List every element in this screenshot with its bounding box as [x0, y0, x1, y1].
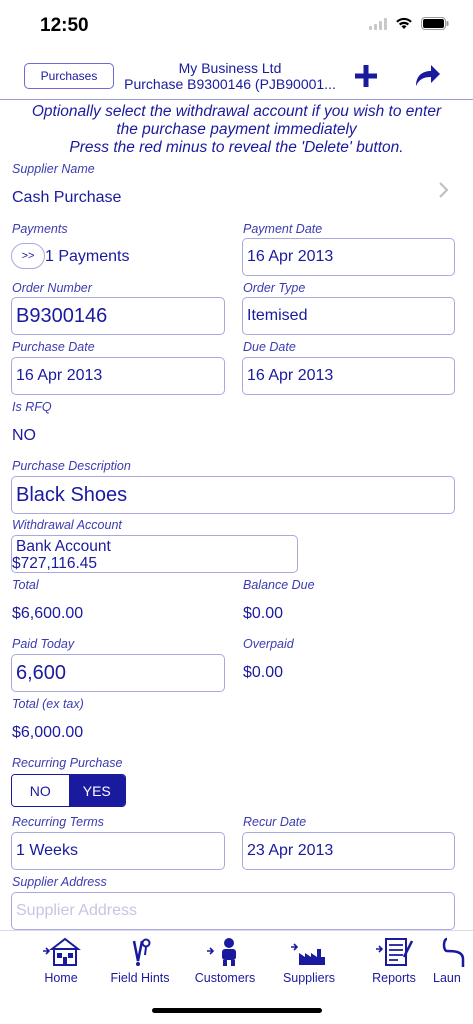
payment-date-label: Payment Date	[243, 222, 323, 236]
wifi-icon	[396, 17, 412, 29]
order-number-label: Order Number	[12, 281, 92, 295]
field-hints-icon	[132, 938, 151, 966]
home-icon	[43, 937, 81, 966]
supplier-name-label: Supplier Name	[12, 162, 95, 176]
status-time: 12:50	[40, 15, 89, 36]
status-icons	[369, 17, 449, 30]
payments-value: 1 Payments	[45, 248, 130, 265]
nav-title: My Business Ltd Purchase B9300146 (PJB90…	[118, 60, 342, 92]
supplier-address-label: Supplier Address	[12, 875, 107, 889]
recurring-yes-option[interactable]: YES	[68, 775, 125, 806]
paid-today-label: Paid Today	[12, 637, 75, 651]
tab-reports[interactable]: Reports	[354, 935, 434, 989]
withdrawal-account-name: Bank Account	[16, 538, 111, 555]
total-value: $6,600.00	[12, 605, 84, 622]
tab-launch-label: Laun	[433, 971, 461, 985]
signal-icon	[369, 17, 387, 30]
order-type-field[interactable]: Itemised	[242, 297, 455, 335]
banner-line-3: Press the red minus to reveal the 'Delet…	[69, 139, 404, 156]
share-icon[interactable]	[412, 62, 442, 90]
tab-suppliers[interactable]: Suppliers	[269, 935, 349, 989]
chevron-right-icon[interactable]	[438, 181, 450, 199]
customers-icon	[207, 938, 236, 966]
purchase-date-label: Purchase Date	[12, 340, 95, 354]
total-ex-tax-value: $6,000.00	[12, 724, 84, 741]
due-date-label: Due Date	[243, 340, 296, 354]
purchase-description-field[interactable]: Black Shoes	[11, 476, 455, 514]
purchases-back-button[interactable]: Purchases	[24, 63, 114, 89]
tab-reports-label: Reports	[372, 971, 416, 985]
tab-home[interactable]: Home	[21, 935, 101, 989]
total-label: Total	[12, 578, 39, 592]
overpaid-label: Overpaid	[243, 637, 294, 651]
total-ex-tax-label: Total (ex tax)	[12, 697, 84, 711]
home-indicator	[152, 1008, 322, 1013]
balance-due-value: $0.00	[243, 605, 284, 622]
withdrawal-account-balance: $727,116.45	[12, 555, 98, 572]
status-bar: 12:50	[0, 0, 473, 54]
banner-line-2: the purchase payment immediately	[116, 121, 357, 138]
recurring-purchase-label: Recurring Purchase	[12, 756, 123, 770]
recurring-terms-label: Recurring Terms	[12, 815, 104, 829]
banner-line-1: Optionally select the withdrawal account…	[31, 103, 442, 120]
recurring-purchase-toggle[interactable]: NO YES	[11, 774, 126, 807]
tab-customers[interactable]: Customers	[185, 935, 265, 989]
purchase-description-label: Purchase Description	[12, 459, 131, 473]
launch-icon	[442, 937, 465, 967]
battery-icon	[421, 17, 449, 30]
payments-label: Payments	[12, 222, 68, 236]
reports-icon	[376, 938, 414, 966]
order-number-field[interactable]: B9300146	[11, 297, 225, 335]
nav-title-purchase: Purchase B9300146 (PJB90001...	[124, 76, 336, 92]
recurring-no-option[interactable]: NO	[12, 775, 69, 806]
suppliers-icon	[291, 943, 325, 965]
add-icon[interactable]	[352, 62, 380, 90]
due-date-field[interactable]: 16 Apr 2013	[242, 357, 455, 395]
tab-suppliers-label: Suppliers	[282, 971, 336, 985]
is-rfq-label: Is RFQ	[12, 400, 52, 414]
instruction-banner: Optionally select the withdrawal account…	[0, 103, 473, 157]
nav-title-business: My Business Ltd	[178, 60, 282, 76]
withdrawal-account-field[interactable]: Bank Account $727,116.45	[11, 535, 298, 573]
supplier-address-field[interactable]: Supplier Address	[11, 892, 455, 930]
balance-due-label: Balance Due	[243, 578, 315, 592]
recur-date-label: Recur Date	[243, 815, 307, 829]
payments-expand-button[interactable]: >>	[11, 243, 45, 269]
overpaid-value: $0.00	[243, 664, 284, 681]
payment-date-field[interactable]: 16 Apr 2013	[242, 238, 455, 276]
tab-launch[interactable]: Laun	[433, 935, 473, 989]
is-rfq-value[interactable]: NO	[12, 427, 36, 445]
tab-field-hints[interactable]: Field Hints	[100, 935, 180, 989]
purchase-date-field[interactable]: 16 Apr 2013	[11, 357, 225, 395]
tab-customers-label: Customers	[194, 971, 256, 985]
withdrawal-account-label: Withdrawal Account	[12, 518, 122, 532]
tab-home-label: Home	[44, 971, 78, 985]
order-type-label: Order Type	[243, 281, 306, 295]
supplier-name-value[interactable]: Cash Purchase	[12, 189, 121, 207]
tab-field-hints-label: Field Hints	[110, 971, 170, 985]
navigation-bar: Purchases My Business Ltd Purchase B9300…	[0, 54, 473, 100]
recurring-terms-field[interactable]: 1 Weeks	[11, 832, 225, 870]
recur-date-field[interactable]: 23 Apr 2013	[242, 832, 455, 870]
paid-today-field[interactable]: 6,600	[11, 654, 225, 692]
